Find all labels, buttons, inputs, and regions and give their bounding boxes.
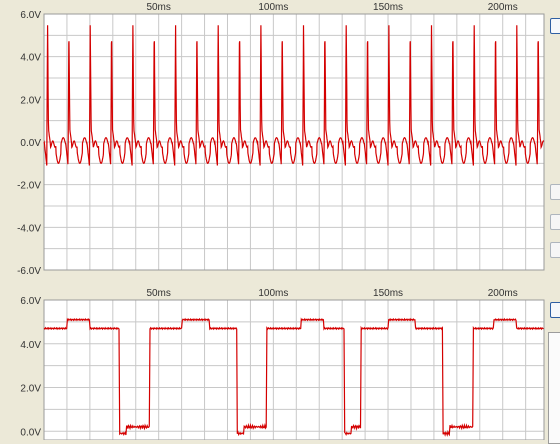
top-option-button-3[interactable]	[550, 242, 560, 258]
bottom-y-tick-label: 2.0V	[20, 384, 41, 395]
top-option-button-2[interactable]	[550, 214, 560, 230]
top-trace-line	[43, 25, 545, 166]
bottom-y-tick-label: 6.0V	[20, 296, 41, 307]
top-x-tick-label: 200ms	[488, 2, 518, 13]
top-chart: 6.0V 4.0V 2.0V 0.0V -2.0V -4.0V -6.0V 50ms 100ms…	[17, 2, 545, 276]
bottom-x-tick-label: 100ms	[258, 288, 288, 299]
top-y-tick-label: 2.0V	[20, 95, 41, 106]
top-x-tick-label: 100ms	[258, 2, 288, 13]
top-y-tick-label: -4.0V	[17, 223, 41, 234]
top-y-tick-label: 4.0V	[20, 53, 41, 64]
top-x-tick-label: 50ms	[146, 2, 170, 13]
bottom-trace-line	[43, 317, 544, 437]
top-y-tick-label: 0.0V	[20, 138, 41, 149]
top-y-tick-label: -2.0V	[17, 181, 41, 192]
bottom-settings-frame	[548, 332, 560, 444]
bottom-chart: 6.0V 4.0V 2.0V 0.0V 50ms 100ms 150ms 200ms	[20, 288, 545, 440]
bottom-x-tick-label: 150ms	[373, 288, 403, 299]
bottom-y-tick-label: 4.0V	[20, 340, 41, 351]
top-scope-panel: 6.0V 4.0V 2.0V 0.0V -2.0V -4.0V -6.0V 50ms 100ms…	[0, 0, 560, 276]
bottom-y-tick-label: 0.0V	[20, 427, 41, 438]
bottom-x-tick-label: 200ms	[488, 288, 518, 299]
top-grid	[43, 13, 544, 271]
bottom-x-tick-label: 50ms	[146, 288, 170, 299]
bottom-scope-panel: 6.0V 4.0V 2.0V 0.0V 50ms 100ms 150ms 200ms	[0, 280, 560, 444]
top-channel-toggle-button[interactable]	[550, 18, 560, 34]
top-option-button-1[interactable]	[550, 184, 560, 200]
top-y-tick-label: -6.0V	[17, 266, 41, 276]
bottom-channel-toggle-button[interactable]	[550, 302, 560, 318]
top-y-tick-label: 6.0V	[20, 10, 41, 21]
top-x-tick-label: 150ms	[373, 2, 403, 13]
